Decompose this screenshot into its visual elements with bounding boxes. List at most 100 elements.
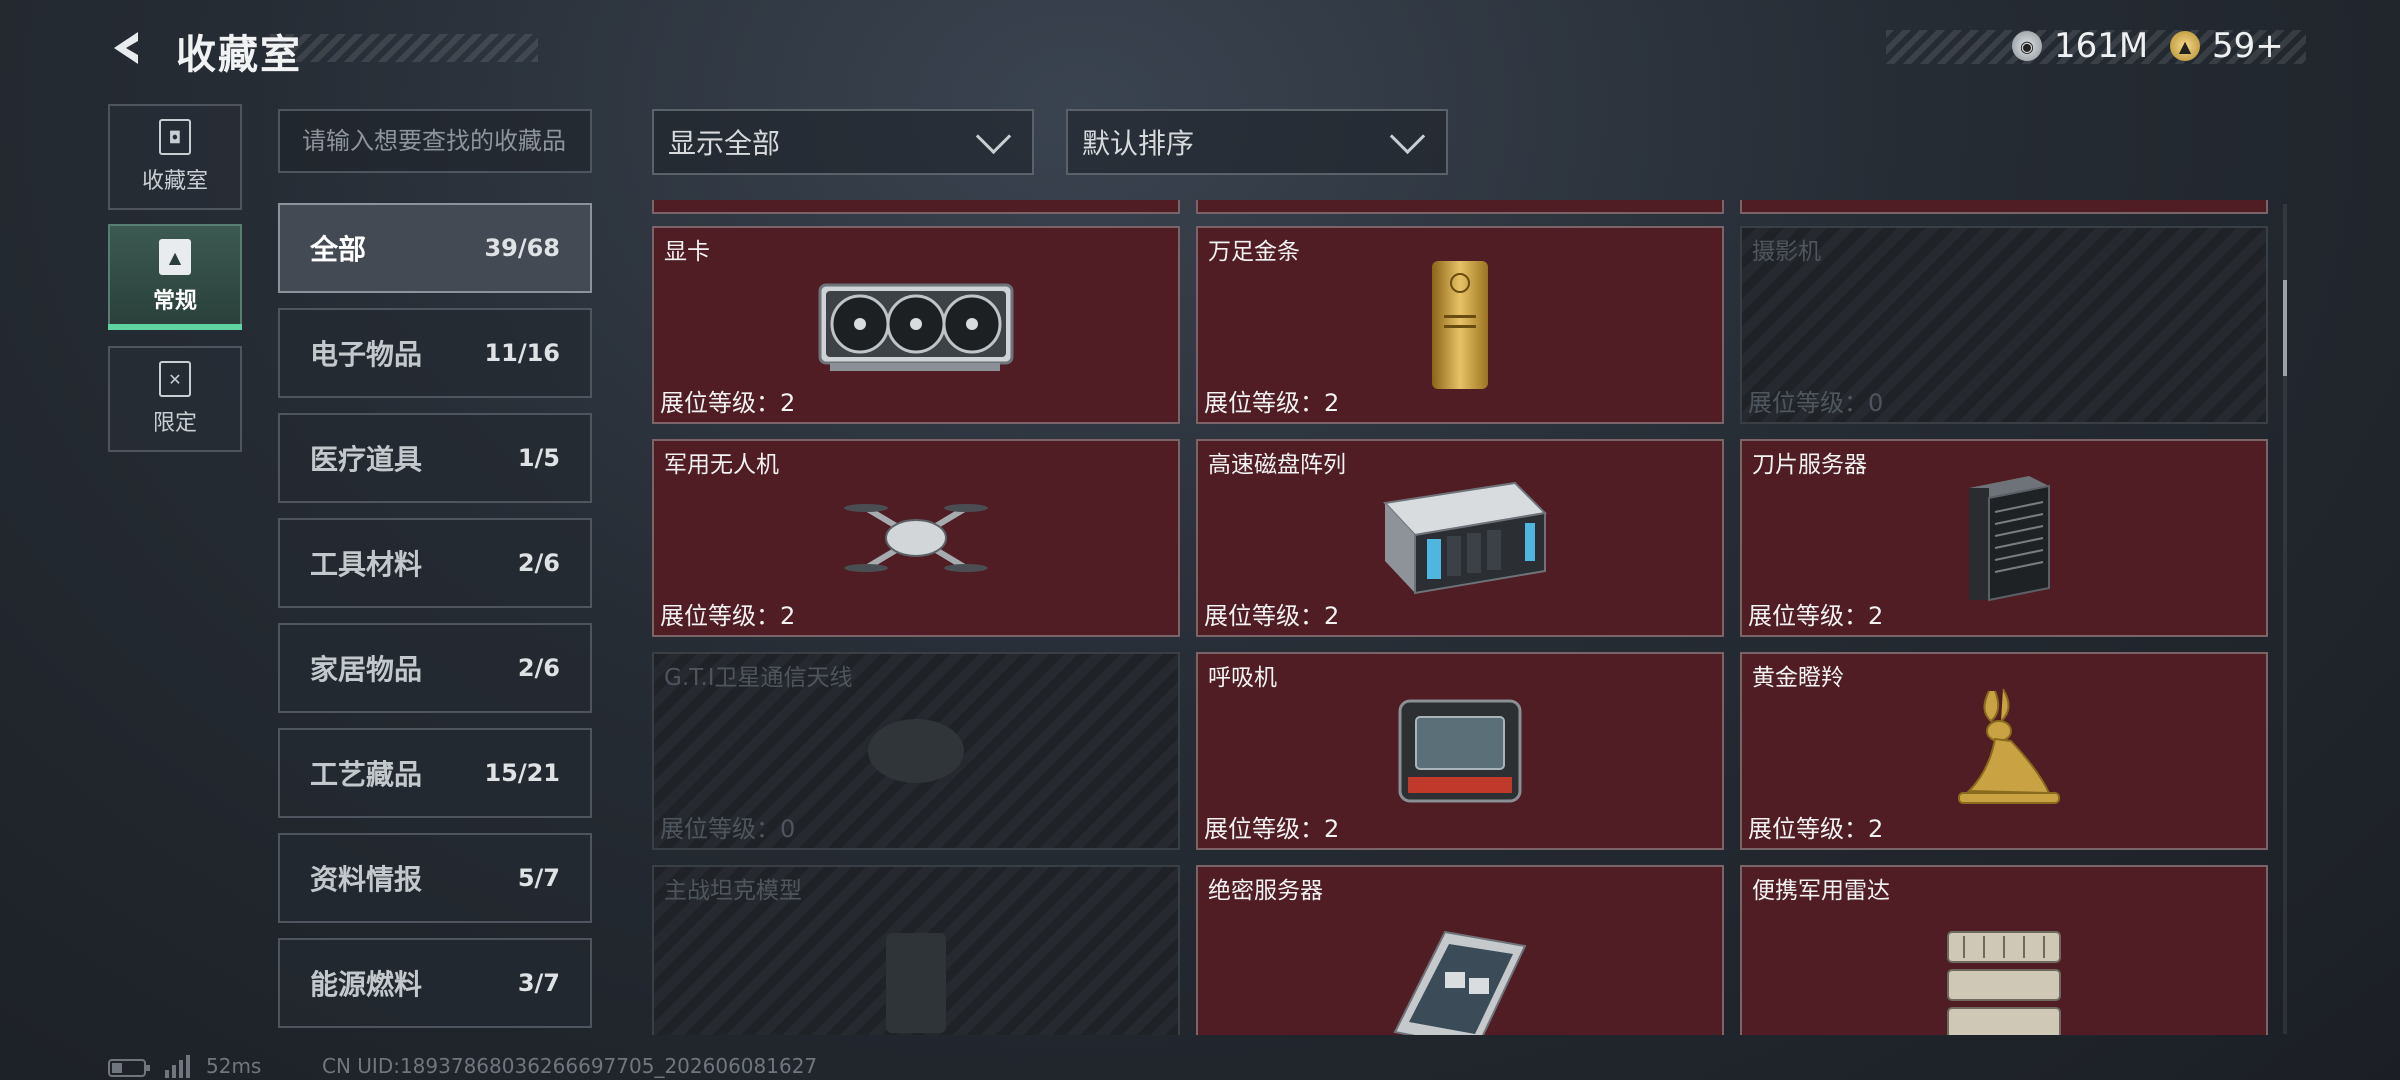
nav-label: 常规 <box>152 289 197 314</box>
category-tools[interactable]: 工具材料 2/6 <box>278 518 592 608</box>
satellite-antenna-icon <box>868 719 964 783</box>
sort-value: 默认排序 <box>1082 127 1195 160</box>
gold-bar-icon <box>1432 261 1488 389</box>
item-name: 黄金瞪羚 <box>1752 665 1844 691</box>
item-level: 展位等级：2 <box>660 602 796 630</box>
item-level: 展位等级：2 <box>1204 602 1340 630</box>
nav-limited[interactable]: ✕ 限定 <box>108 346 242 452</box>
category-label: 医疗道具 <box>310 443 423 476</box>
category-label: 工具材料 <box>310 548 423 581</box>
item-name: 主战坦克模型 <box>664 878 802 904</box>
category-label: 全部 <box>310 233 367 266</box>
item-name: 刀片服务器 <box>1752 452 1867 478</box>
nav-label: 限定 <box>152 411 197 436</box>
category-household[interactable]: 家居物品 2/6 <box>278 623 592 713</box>
item-level: 展位等级：0 <box>660 815 796 843</box>
category-count: 3/7 <box>517 969 560 997</box>
gold-coin-icon: ▲ <box>2170 31 2200 61</box>
item-card-tank-model[interactable]: 主战坦克模型 <box>652 865 1180 1035</box>
item-card-partial <box>1196 200 1724 214</box>
item-name: 高速磁盘阵列 <box>1208 452 1346 478</box>
item-level: 展位等级：2 <box>1204 389 1340 417</box>
sort-dropdown[interactable]: 默认排序 <box>1066 109 1448 175</box>
grid-scrollbar-thumb[interactable] <box>2283 280 2287 376</box>
category-count: 5/7 <box>517 864 560 892</box>
ventilator-icon <box>1398 699 1522 803</box>
item-name: 便携军用雷达 <box>1752 878 1890 904</box>
battery-icon <box>108 1059 150 1077</box>
item-level: 展位等级：2 <box>660 389 796 417</box>
item-card-satellite-antenna[interactable]: G.T.I卫星通信天线 展位等级：0 <box>652 652 1180 850</box>
category-count: 39/68 <box>484 234 560 262</box>
chevron-down-icon <box>975 118 1012 154</box>
blade-server-icon <box>1969 476 2050 602</box>
tank-model-icon <box>886 933 946 1034</box>
latency-text: 52ms <box>206 1054 262 1078</box>
item-name: 军用无人机 <box>664 452 779 478</box>
item-name: G.T.I卫星通信天线 <box>664 665 853 691</box>
nav-regular[interactable]: ▲ 常规 <box>108 224 242 330</box>
category-label: 电子物品 <box>310 338 423 371</box>
item-card-partial <box>1740 200 2268 214</box>
category-count: 1/5 <box>517 444 560 472</box>
item-card-gold-gazelle[interactable]: 黄金瞪羚 展位等级：2 <box>1740 652 2268 850</box>
collection-room-icon: ◘ <box>159 119 191 155</box>
category-label: 能源燃料 <box>310 968 423 1001</box>
category-medical[interactable]: 医疗道具 1/5 <box>278 413 592 503</box>
item-card-radar[interactable]: 便携军用雷达 <box>1740 865 2268 1035</box>
regular-icon: ▲ <box>159 239 191 275</box>
item-name: 显卡 <box>664 239 710 265</box>
page-title: 收藏室 <box>176 32 302 78</box>
silver-coin-icon: ◉ <box>2012 31 2042 61</box>
item-level: 展位等级：0 <box>1748 389 1884 417</box>
chevron-down-icon <box>1389 118 1426 154</box>
item-card-gpu[interactable]: 显卡 展位等级：2 <box>652 226 1180 424</box>
currency-silver: ◉ 161M <box>2012 26 2148 66</box>
category-label: 家居物品 <box>310 653 423 686</box>
drone-icon <box>844 504 988 572</box>
radar-icon <box>1947 931 2061 1035</box>
category-label: 工艺藏品 <box>310 758 423 791</box>
secret-server-icon <box>1393 931 1527 1035</box>
item-level: 展位等级：2 <box>1204 815 1340 843</box>
category-energy[interactable]: 能源燃料 3/7 <box>278 938 592 1028</box>
back-button[interactable] <box>108 28 148 68</box>
currency-gold: ▲ 59+ <box>2170 26 2284 66</box>
disk-array-icon <box>1382 481 1548 595</box>
item-card-drone[interactable]: 军用无人机 展位等级：2 <box>652 439 1180 637</box>
category-count: 11/16 <box>484 339 560 367</box>
item-card-ventilator[interactable]: 呼吸机 展位等级：2 <box>1196 652 1724 850</box>
search-input[interactable]: 请输入想要查找的收藏品 <box>278 109 592 173</box>
limited-icon: ✕ <box>159 361 191 397</box>
category-intel[interactable]: 资料情报 5/7 <box>278 833 592 923</box>
category-count: 15/21 <box>484 759 560 787</box>
display-filter-dropdown[interactable]: 显示全部 <box>652 109 1034 175</box>
item-card-camera[interactable]: 摄影机 展位等级：0 <box>1740 226 2268 424</box>
uid-text: CN UID:18937868036266697705_202606081627 <box>322 1054 818 1078</box>
nav-collection-room[interactable]: ◘ 收藏室 <box>108 104 242 210</box>
item-card-secret-server[interactable]: 绝密服务器 <box>1196 865 1724 1035</box>
item-card-gold-bar[interactable]: 万足金条 展位等级：2 <box>1196 226 1724 424</box>
gold-gazelle-icon <box>1958 688 2060 804</box>
collection-grid[interactable]: 显卡 展位等级：2 万足金条 展位等级：2 摄影机 展位等级：0 军用无人机 展… <box>652 200 2268 1035</box>
item-name: 万足金条 <box>1208 239 1300 265</box>
category-label: 资料情报 <box>310 863 423 896</box>
title-decoration <box>270 34 538 62</box>
item-level: 展位等级：2 <box>1748 815 1884 843</box>
item-card-partial <box>652 200 1180 214</box>
category-electronics[interactable]: 电子物品 11/16 <box>278 308 592 398</box>
signal-icon <box>165 1055 190 1078</box>
category-all[interactable]: 全部 39/68 <box>278 203 592 293</box>
item-name: 呼吸机 <box>1208 665 1277 691</box>
currency-silver-value: 161M <box>2054 26 2149 66</box>
item-level: 展位等级：2 <box>1748 602 1884 630</box>
category-count: 2/6 <box>517 549 560 577</box>
item-card-disk-array[interactable]: 高速磁盘阵列 展位等级：2 <box>1196 439 1724 637</box>
nav-label: 收藏室 <box>141 169 208 194</box>
category-count: 2/6 <box>517 654 560 682</box>
category-crafts[interactable]: 工艺藏品 15/21 <box>278 728 592 818</box>
currency-gold-value: 59+ <box>2212 26 2284 66</box>
item-name: 绝密服务器 <box>1208 878 1323 904</box>
gpu-icon <box>818 283 1014 371</box>
item-card-blade-server[interactable]: 刀片服务器 展位等级：2 <box>1740 439 2268 637</box>
